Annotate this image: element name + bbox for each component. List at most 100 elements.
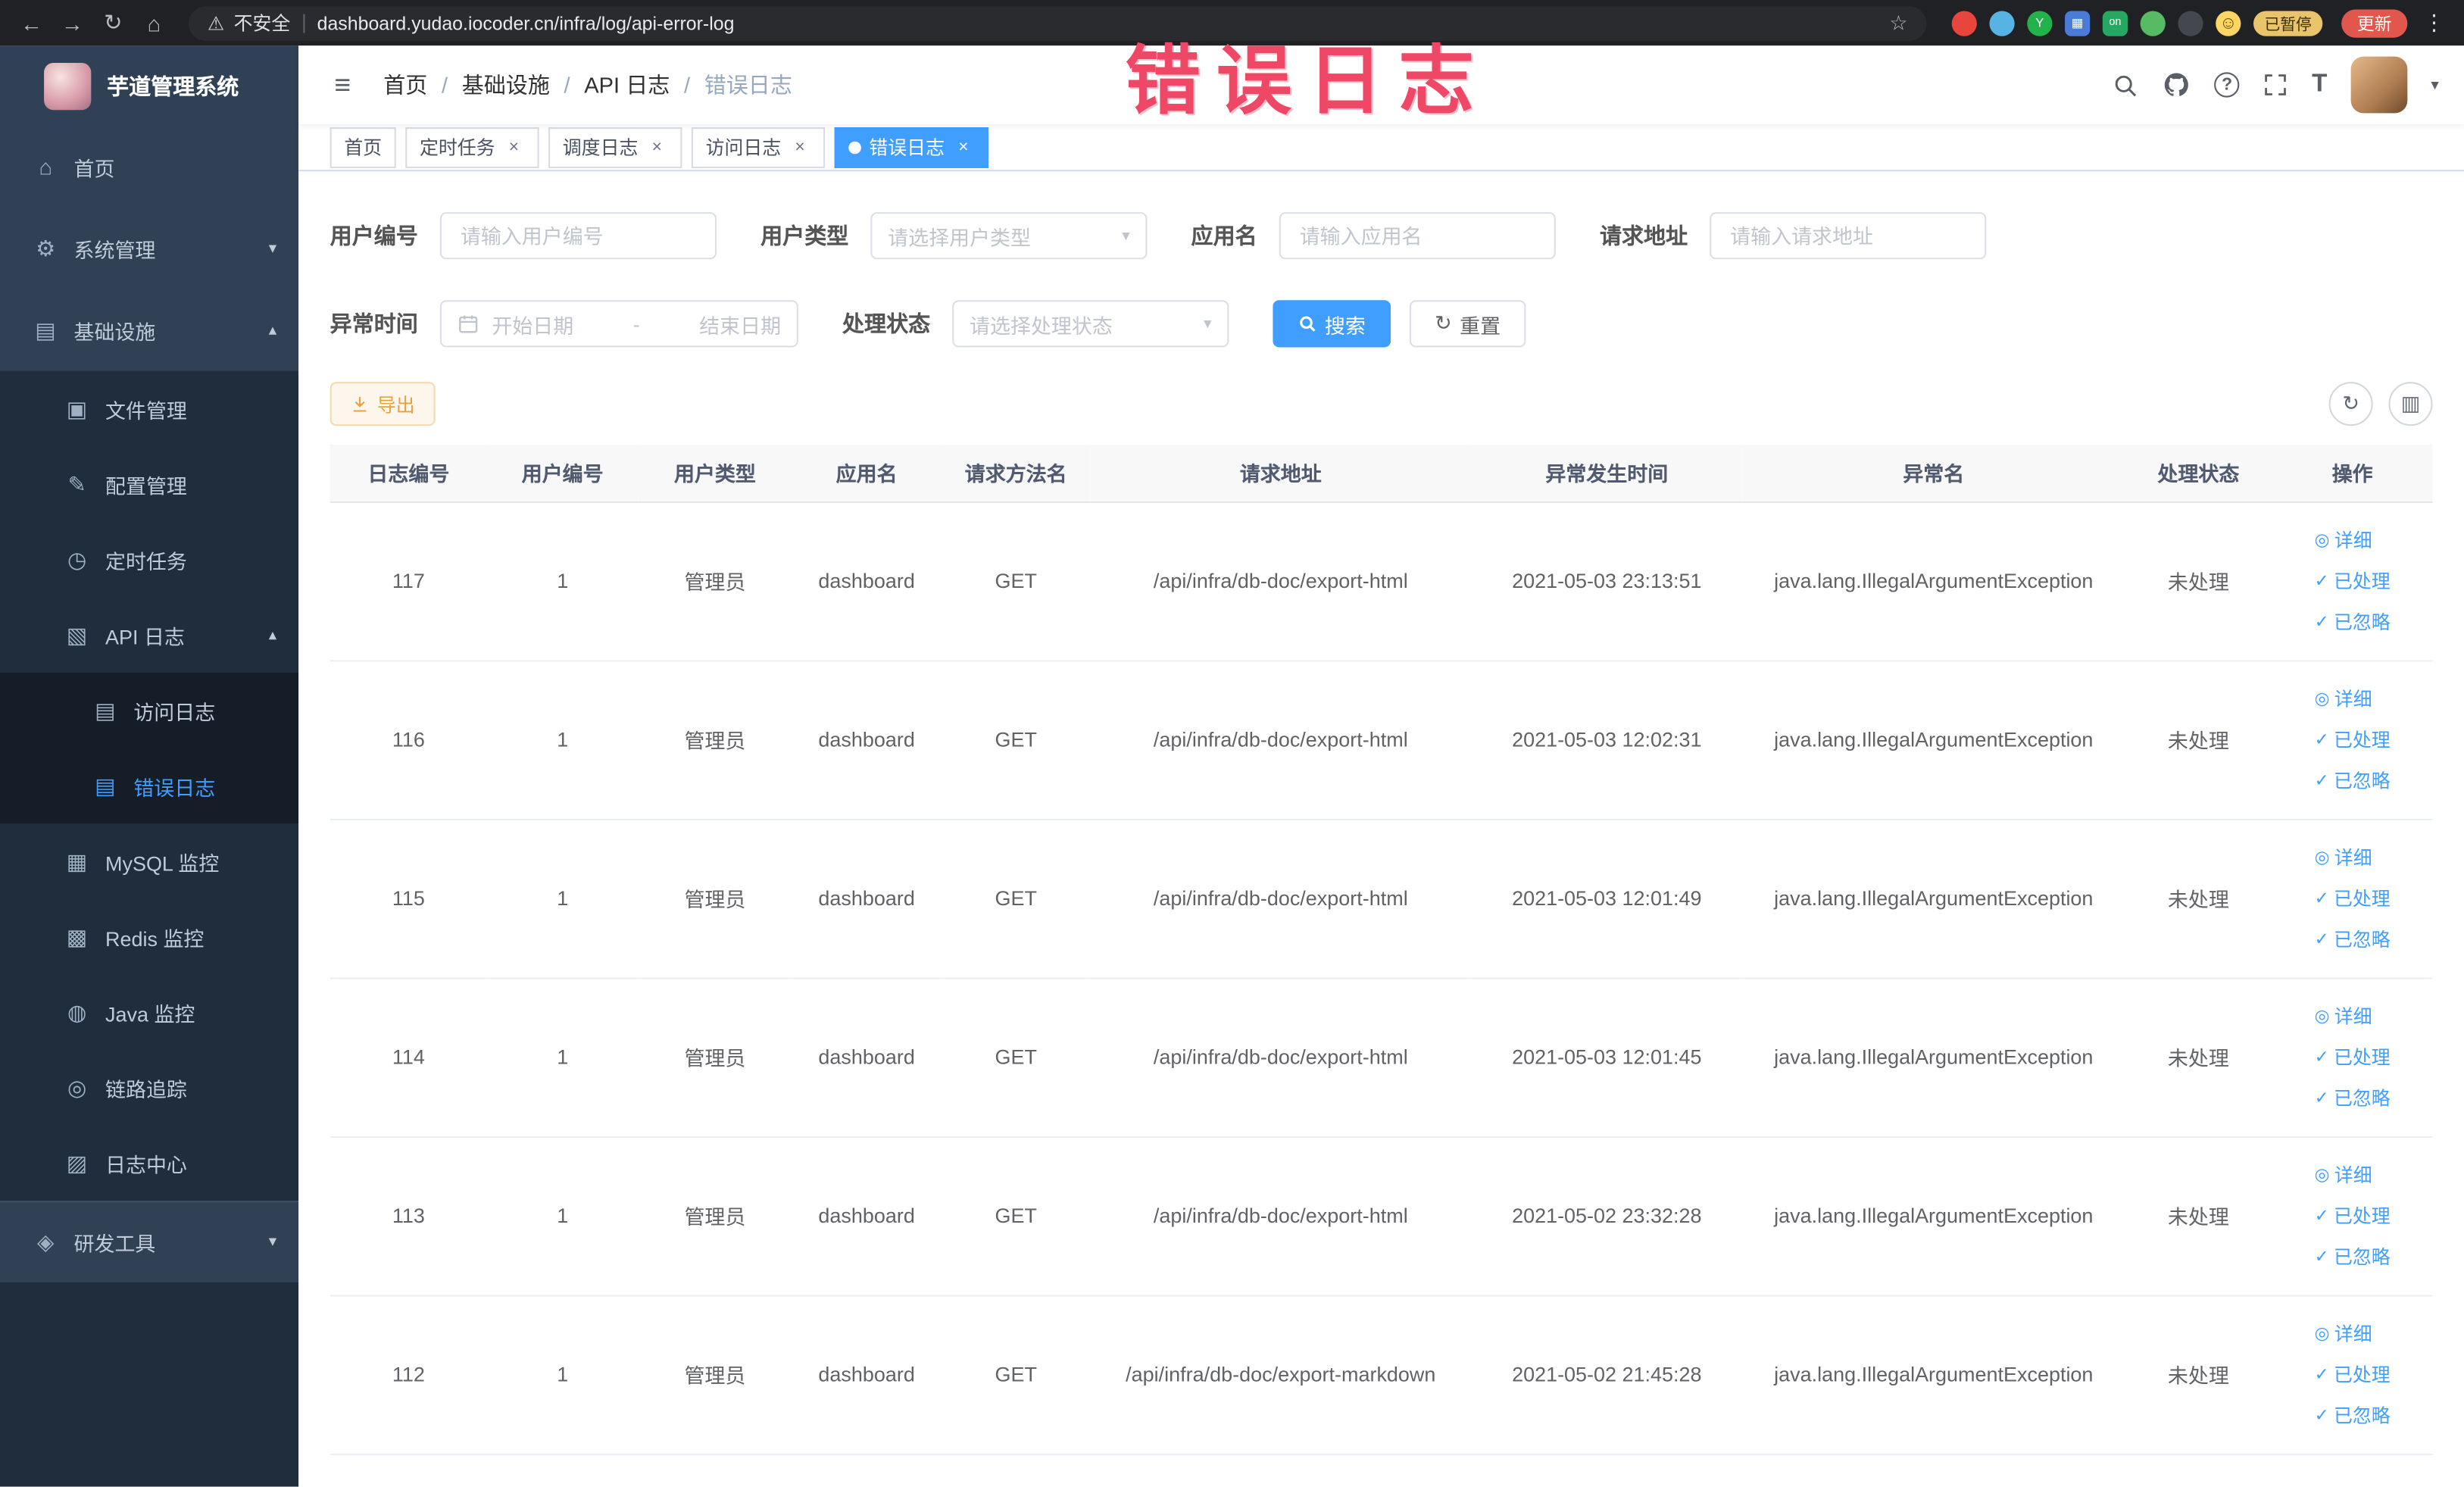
sidebar-item-config-management[interactable]: ✎ 配置管理 [0,446,299,522]
tab-error-log[interactable]: 错误日志 × [834,127,989,167]
app-logo: 芋道管理系统 [0,45,298,126]
sidebar-item-scheduled-jobs[interactable]: ◷ 定时任务 [0,521,299,598]
app-name-input[interactable] [1279,212,1556,260]
tab-access-log[interactable]: 访问日志 × [691,127,826,167]
mark-ignored-link[interactable]: ✓ 已忽略 [2315,1084,2391,1111]
sidebar-item-error-log[interactable]: ▤ 错误日志 [0,748,299,824]
sidebar-item-java-monitor[interactable]: ◍ Java 监控 [0,974,299,1050]
browser-home-icon[interactable]: ⌂ [135,4,173,42]
user-type-select[interactable]: 请选择用户类型 ▾ [870,212,1148,260]
close-icon[interactable]: × [503,136,525,158]
detail-link[interactable]: ◎ 详细 [2315,844,2372,870]
mark-ignored-link[interactable]: ✓ 已忽略 [2315,1243,2391,1270]
columns-icon: ▥ [2400,391,2421,415]
address-bar[interactable]: ⚠ 不安全 dashboard.yudao.iocoder.cn/infra/l… [188,5,1927,40]
document-icon: ▤ [95,697,116,723]
detail-link[interactable]: ◎ 详细 [2315,1003,2372,1029]
export-button[interactable]: 导出 [329,382,436,426]
mark-ignored-link[interactable]: ✓ 已忽略 [2315,1402,2391,1429]
column-settings-button[interactable]: ▥ [2388,382,2433,426]
detail-link[interactable]: ◎ 详细 [2315,686,2372,712]
check-icon: ✓ [2314,1406,2329,1426]
column-header-process-status: 处理状态 [2124,445,2272,502]
exception-time-range-picker[interactable]: 开始日期 - 结束日期 [439,300,798,348]
search-button[interactable]: 搜索 [1273,300,1391,348]
extension-icon[interactable] [2178,10,2203,36]
smiley-extension-icon[interactable]: ☺ [2216,10,2241,36]
sidebar-item-label: 访问日志 [133,700,216,724]
mark-ignored-link[interactable]: ✓ 已忽略 [2315,767,2391,793]
mark-processed-link[interactable]: ✓ 已处理 [2315,567,2391,594]
sidebar-item-infrastructure[interactable]: ▤ 基础设施 ▴ [0,289,298,371]
sidebar-item-trace[interactable]: ◎ 链路追踪 [0,1049,299,1126]
paused-badge[interactable]: 已暂停 [2253,10,2323,36]
search-icon[interactable] [2113,71,2139,98]
mark-processed-link[interactable]: ✓ 已处理 [2315,885,2391,911]
breadcrumb-api-log[interactable]: API 日志 [584,69,670,100]
breadcrumb-infrastructure[interactable]: 基础设施 [462,69,550,100]
tab-schedule-log[interactable]: 调度日志 × [548,127,682,167]
not-secure-warning-icon: ⚠ [207,11,225,34]
tab-home[interactable]: 首页 [329,127,396,167]
check-icon: ✓ [2314,771,2329,791]
refresh-table-button[interactable]: ↻ [2328,382,2373,426]
extension-icon[interactable] [2140,10,2166,36]
sidebar-item-dev-tools[interactable]: ◈ 研发工具 ▾ [0,1201,299,1282]
sidebar-item-mysql-monitor[interactable]: ▦ MySQL 监控 [0,823,299,899]
sidebar-item-api-log[interactable]: ▧ API 日志 ▴ [0,597,299,673]
cell-actions: ◎ 详细 ✓ 已处理 ✓ 已忽略 [2272,977,2433,1137]
extension-icon[interactable] [1951,10,1977,36]
mark-processed-link[interactable]: ✓ 已处理 [2315,1361,2391,1388]
sidebar-item-access-log[interactable]: ▤ 访问日志 [0,672,299,748]
sidebar-item-system-management[interactable]: ⚙ 系统管理 ▾ [0,208,298,289]
sidebar-item-label: 日志中心 [105,1152,187,1176]
extension-icon[interactable]: on [2102,10,2128,36]
cell-exception-time: 2021-05-02 23:32:28 [1470,1136,1743,1296]
detail-link[interactable]: ◎ 详细 [2315,526,2372,553]
user-id-input[interactable] [439,212,717,260]
database-icon: ▩ [66,923,88,949]
avatar-caret-icon[interactable]: ▾ [2431,77,2438,94]
file-icon: ▣ [66,395,88,420]
sidebar-item-label: 配置管理 [105,473,187,498]
close-icon[interactable]: × [952,136,974,158]
chevron-up-icon: ▴ [268,626,277,644]
reload-icon[interactable]: ↻ [94,4,132,42]
forward-icon[interactable]: → [54,4,92,42]
back-icon[interactable]: ← [13,4,51,42]
sidebar-item-file-management[interactable]: ▣ 文件管理 [0,370,299,447]
sidebar-item-redis-monitor[interactable]: ▩ Redis 监控 [0,898,299,975]
breadcrumb-home[interactable]: 首页 [383,69,427,100]
page-content: 用户编号 用户类型 请选择用户类型 ▾ 应用名 请求地址 [298,171,2464,1486]
github-icon[interactable] [2163,70,2191,98]
check-icon: ✓ [2314,572,2329,592]
font-size-icon[interactable]: T [2312,70,2327,98]
mark-ignored-link[interactable]: ✓ 已忽略 [2315,926,2391,952]
cell-actions: ◎ 详细 ✓ 已处理 ✓ 已忽略 [2272,660,2433,820]
close-icon[interactable]: × [646,136,668,158]
cell-app-name: dashboard [792,1295,942,1455]
bookmark-star-icon[interactable]: ☆ [1889,10,1907,35]
extension-icon[interactable]: Y [2027,10,2053,36]
fullscreen-icon[interactable] [2263,72,2288,97]
mark-processed-link[interactable]: ✓ 已处理 [2315,1044,2391,1070]
reset-button[interactable]: ↻ 重置 [1409,300,1526,348]
extension-icon[interactable] [1989,10,2015,36]
help-icon[interactable]: ? [2214,72,2240,98]
close-icon[interactable]: × [789,136,811,158]
process-status-select[interactable]: 请选择处理状态 ▾ [952,300,1229,348]
mark-processed-link[interactable]: ✓ 已处理 [2315,1202,2391,1229]
extension-icon[interactable]: ▦ [2065,10,2091,36]
sidebar-item-home[interactable]: ⌂ 首页 [0,126,298,208]
request-url-input[interactable] [1710,212,1987,260]
detail-link[interactable]: ◎ 详细 [2315,1161,2372,1188]
sidebar-item-log-center[interactable]: ▨ 日志中心 [0,1125,299,1201]
detail-link[interactable]: ◎ 详细 [2315,1320,2372,1347]
hamburger-icon[interactable]: ≡ [323,66,361,104]
update-button[interactable]: 更新 [2341,8,2408,37]
browser-menu-icon[interactable]: ⋮ [2417,9,2452,36]
avatar[interactable] [2350,56,2408,114]
mark-processed-link[interactable]: ✓ 已处理 [2315,726,2391,752]
mark-ignored-link[interactable]: ✓ 已忽略 [2315,608,2391,635]
tab-scheduled-jobs[interactable]: 定时任务 × [405,127,539,167]
